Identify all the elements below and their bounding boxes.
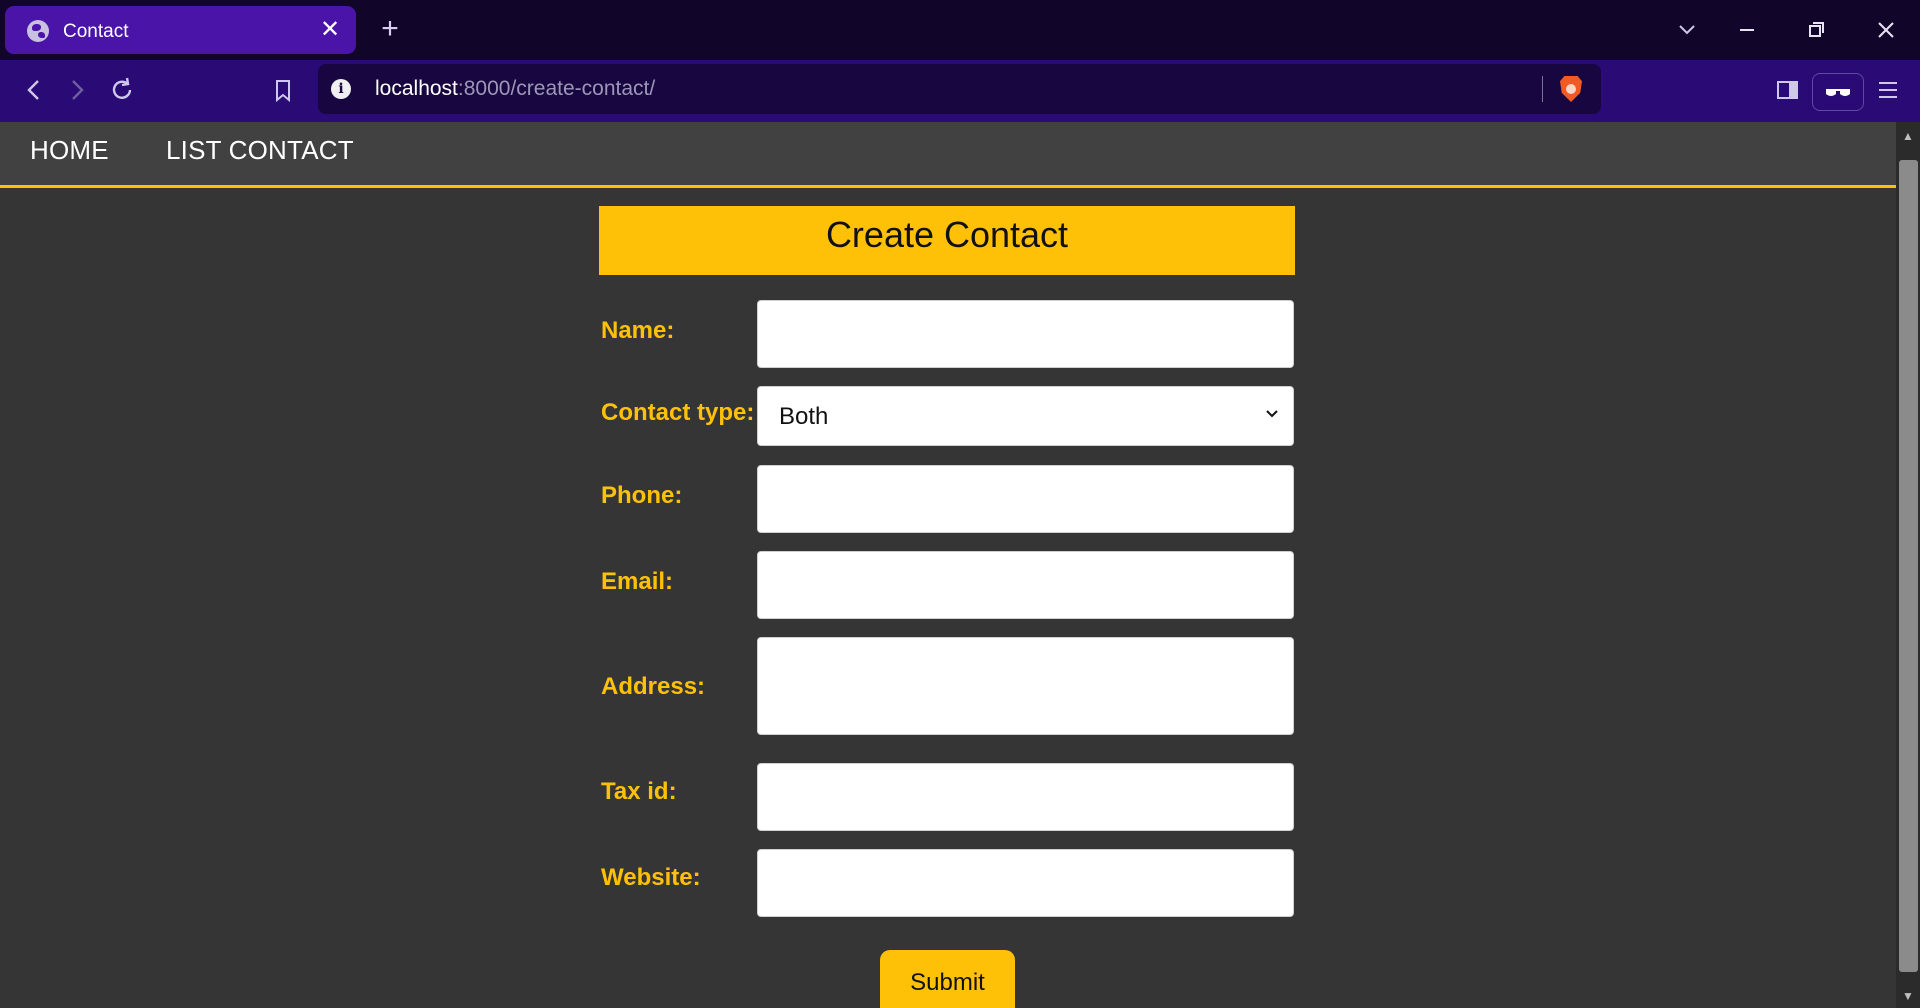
address-bar[interactable]: i localhost:8000/create-contact/ (318, 64, 1601, 114)
back-icon[interactable] (14, 70, 54, 110)
close-icon[interactable] (1866, 10, 1906, 50)
email-label: Email: (601, 568, 674, 595)
url-text[interactable]: localhost:8000/create-contact/ (375, 77, 655, 101)
reader-icon[interactable] (1812, 73, 1864, 111)
address-textarea[interactable] (757, 637, 1294, 735)
name-label: Name: (601, 317, 675, 344)
tab-title: Contact (63, 21, 129, 42)
brave-shields-icon[interactable] (1560, 76, 1582, 102)
website-input[interactable] (757, 849, 1294, 917)
website-label: Website: (601, 864, 701, 891)
reload-icon[interactable] (102, 70, 142, 110)
globe-icon (27, 20, 49, 42)
nav-list-contact-link[interactable]: LIST CONTACT (166, 135, 354, 166)
tax-id-label: Tax id: (601, 778, 677, 805)
tab-search-chevron-down-icon[interactable] (1667, 10, 1707, 50)
nav-home-link[interactable]: HOME (30, 135, 109, 166)
sidebar-icon[interactable] (1767, 70, 1807, 110)
phone-input[interactable] (757, 465, 1294, 533)
bookmark-icon[interactable] (263, 70, 303, 110)
phone-label: Phone: (601, 482, 683, 509)
menu-icon[interactable] (1868, 70, 1908, 110)
submit-button[interactable]: Submit (880, 950, 1015, 1008)
chevron-down-icon (1266, 410, 1278, 418)
form-header: Create Contact (599, 206, 1295, 275)
email-input[interactable] (757, 551, 1294, 619)
address-label: Address: (601, 673, 706, 700)
restore-icon[interactable] (1796, 10, 1836, 50)
minimize-icon[interactable] (1727, 10, 1767, 50)
contact-type-select[interactable]: Both (757, 386, 1294, 446)
scroll-down-icon[interactable]: ▼ (1896, 986, 1920, 1006)
scrollbar-thumb[interactable] (1899, 160, 1918, 972)
name-input[interactable] (757, 300, 1294, 368)
contact-type-label: Contact type: (601, 399, 755, 426)
scroll-up-icon[interactable]: ▲ (1896, 126, 1920, 146)
forward-icon[interactable] (57, 70, 97, 110)
tax-id-input[interactable] (757, 763, 1294, 831)
page-title: Create Contact (825, 214, 1069, 255)
browser-tab[interactable]: Contact ✕ (5, 6, 356, 54)
tab-close-icon[interactable]: ✕ (318, 18, 342, 42)
address-bar-divider (1542, 76, 1543, 102)
contact-type-value: Both (779, 403, 829, 430)
site-nav: HOME LIST CONTACT (0, 122, 1896, 188)
info-icon[interactable]: i (331, 79, 351, 99)
new-tab-button[interactable]: + (375, 12, 405, 46)
